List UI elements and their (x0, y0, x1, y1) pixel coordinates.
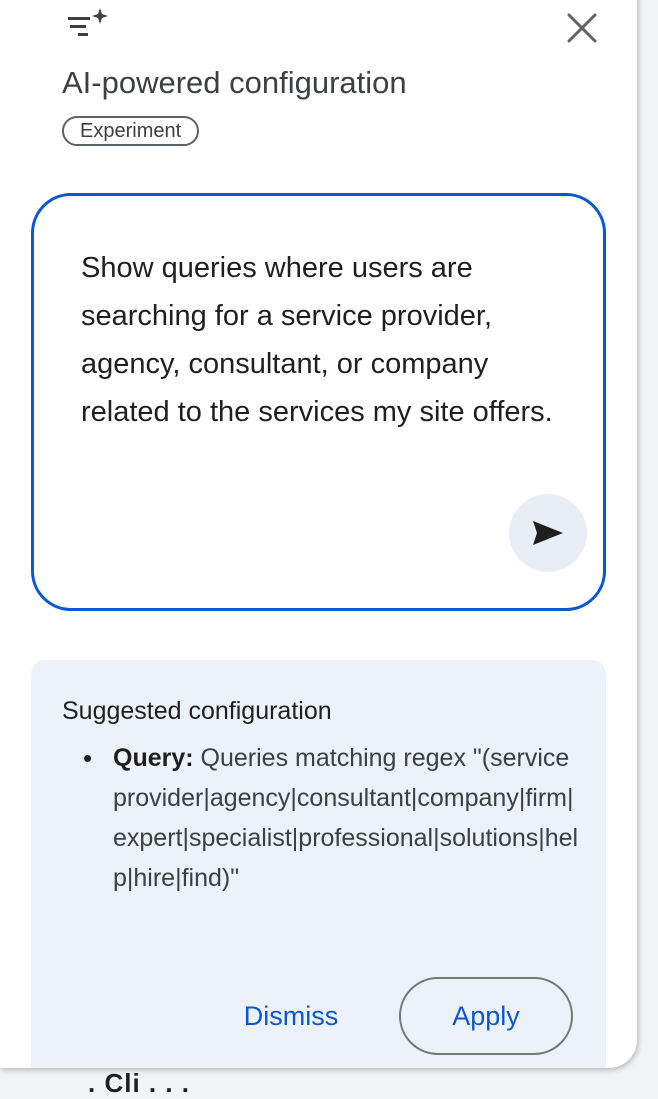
bullet-icon: • (83, 743, 93, 773)
send-button[interactable] (509, 494, 587, 572)
apply-button[interactable]: Apply (399, 977, 573, 1055)
prompt-input[interactable]: Show queries where users are searching f… (31, 193, 606, 611)
ai-config-panel: AI-powered configuration Experiment Show… (0, 0, 637, 1068)
panel-title: AI-powered configuration (62, 65, 407, 100)
suggestion-item-label: Query: (113, 744, 194, 772)
suggestion-title: Suggested configuration (62, 697, 332, 725)
suggestion-list: • Query: Queries matching regex "(servic… (83, 738, 583, 898)
prompt-text[interactable]: Show queries where users are searching f… (81, 244, 561, 436)
close-button[interactable] (558, 4, 606, 52)
background-content: . Cli . . . (88, 1068, 191, 1098)
experiment-chip: Experiment (62, 116, 200, 146)
close-icon (567, 13, 597, 43)
suggestion-card: Suggested configuration • Query: Queries… (31, 660, 606, 1068)
send-icon (533, 521, 563, 545)
tune-sparkle-icon (66, 4, 110, 46)
dismiss-button[interactable]: Dismiss (221, 992, 361, 1040)
suggestion-item: • Query: Queries matching regex "(servic… (83, 738, 583, 898)
